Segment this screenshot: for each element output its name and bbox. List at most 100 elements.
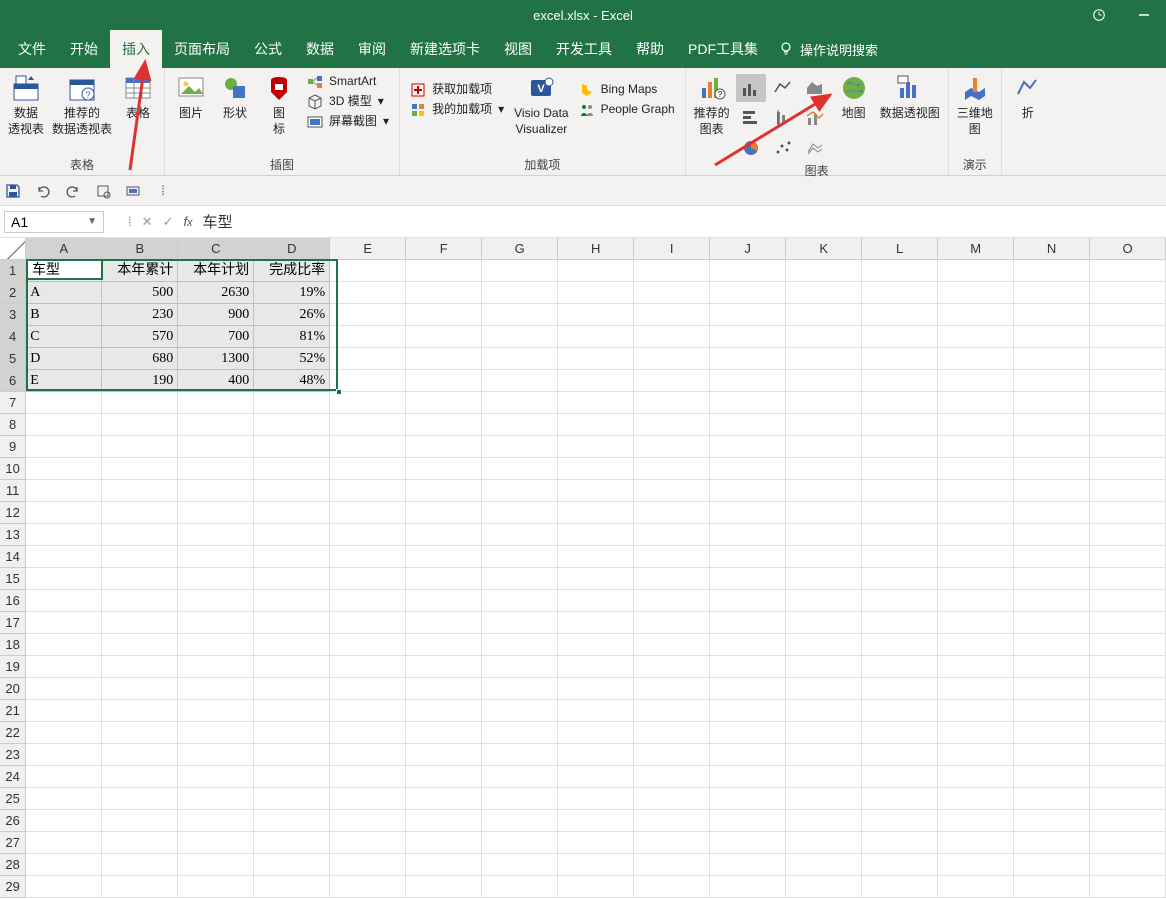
cell[interactable] <box>254 876 330 898</box>
cell[interactable] <box>178 788 254 810</box>
cell[interactable] <box>178 656 254 678</box>
cell[interactable] <box>26 612 102 634</box>
cell[interactable] <box>558 414 634 436</box>
cell[interactable] <box>406 656 482 678</box>
cell[interactable] <box>786 414 862 436</box>
cell[interactable] <box>938 502 1014 524</box>
column-header[interactable]: F <box>406 238 482 260</box>
cell[interactable] <box>178 436 254 458</box>
screenshot-button[interactable]: 屏幕截图 ▾ <box>301 112 395 132</box>
cell[interactable] <box>254 524 330 546</box>
cell[interactable] <box>406 590 482 612</box>
cell[interactable] <box>786 678 862 700</box>
cell[interactable] <box>786 546 862 568</box>
cell[interactable] <box>862 370 938 392</box>
cell[interactable] <box>1090 854 1166 876</box>
cell[interactable] <box>938 304 1014 326</box>
table-button[interactable]: 表格 <box>116 70 160 124</box>
cell[interactable] <box>102 590 178 612</box>
row-header[interactable]: 1 <box>0 260 26 282</box>
cell[interactable] <box>786 744 862 766</box>
column-header[interactable]: N <box>1014 238 1090 260</box>
cell[interactable] <box>558 656 634 678</box>
cell[interactable] <box>406 260 482 282</box>
undo-button[interactable] <box>34 182 52 200</box>
cell[interactable] <box>254 766 330 788</box>
cell[interactable] <box>1090 810 1166 832</box>
cell[interactable] <box>786 832 862 854</box>
cell[interactable] <box>634 370 710 392</box>
cell[interactable] <box>482 744 558 766</box>
cell[interactable] <box>1014 656 1090 678</box>
cell[interactable] <box>330 370 406 392</box>
cell[interactable] <box>482 458 558 480</box>
cell[interactable] <box>330 282 406 304</box>
row-header[interactable]: 19 <box>0 656 26 678</box>
cell[interactable] <box>482 612 558 634</box>
cell[interactable] <box>1014 414 1090 436</box>
name-box[interactable]: A1▼ <box>4 211 104 233</box>
cell[interactable] <box>406 700 482 722</box>
cell[interactable] <box>786 788 862 810</box>
cell[interactable] <box>406 282 482 304</box>
cell[interactable] <box>558 282 634 304</box>
spreadsheet-grid[interactable]: ABCDEFGHIJKLMNO 1车型本年累计本年计划完成比率2A5002630… <box>0 238 1166 898</box>
column-header[interactable]: J <box>710 238 786 260</box>
cell[interactable] <box>1090 392 1166 414</box>
scatter-chart-button[interactable] <box>768 134 798 162</box>
cell[interactable] <box>938 436 1014 458</box>
cell[interactable] <box>558 612 634 634</box>
cell[interactable] <box>558 700 634 722</box>
cell[interactable] <box>26 722 102 744</box>
cell[interactable] <box>330 458 406 480</box>
people-graph-button[interactable]: People Graph <box>573 100 681 120</box>
cell[interactable] <box>634 810 710 832</box>
cell[interactable] <box>1090 436 1166 458</box>
cell[interactable] <box>406 568 482 590</box>
cell[interactable] <box>634 326 710 348</box>
cell[interactable] <box>1014 766 1090 788</box>
cell[interactable] <box>710 326 786 348</box>
cell[interactable] <box>786 326 862 348</box>
cell[interactable] <box>406 854 482 876</box>
cell[interactable] <box>634 568 710 590</box>
cell[interactable] <box>862 414 938 436</box>
tab-custom[interactable]: 新建选项卡 <box>398 30 492 68</box>
cell[interactable] <box>102 788 178 810</box>
cell[interactable] <box>938 854 1014 876</box>
cell[interactable] <box>862 502 938 524</box>
qat-more-button[interactable]: ⁞ <box>154 182 172 200</box>
cell[interactable] <box>26 678 102 700</box>
cell[interactable] <box>1014 744 1090 766</box>
cell[interactable] <box>558 634 634 656</box>
row-header[interactable]: 12 <box>0 502 26 524</box>
cell[interactable] <box>26 854 102 876</box>
cell[interactable] <box>634 722 710 744</box>
tab-data[interactable]: 数据 <box>294 30 346 68</box>
smartart-button[interactable]: SmartArt <box>301 72 395 92</box>
cell[interactable] <box>1014 634 1090 656</box>
row-header[interactable]: 3 <box>0 304 26 326</box>
cell[interactable] <box>786 876 862 898</box>
cell[interactable] <box>406 458 482 480</box>
cell[interactable] <box>1014 810 1090 832</box>
cell[interactable] <box>710 458 786 480</box>
cell[interactable] <box>26 414 102 436</box>
cell[interactable] <box>178 700 254 722</box>
enter-formula-icon[interactable]: ✓ <box>163 214 174 230</box>
row-header[interactable]: 2 <box>0 282 26 304</box>
cell[interactable] <box>26 788 102 810</box>
cell[interactable] <box>710 876 786 898</box>
cell[interactable] <box>1090 744 1166 766</box>
cell[interactable] <box>862 458 938 480</box>
cell[interactable] <box>1090 634 1166 656</box>
tab-review[interactable]: 审阅 <box>346 30 398 68</box>
cell[interactable] <box>482 546 558 568</box>
cell[interactable] <box>710 282 786 304</box>
column-header[interactable]: I <box>634 238 710 260</box>
cancel-formula-icon[interactable]: ✕ <box>142 214 153 230</box>
cell[interactable]: E <box>26 370 102 392</box>
row-header[interactable]: 21 <box>0 700 26 722</box>
cell[interactable] <box>938 634 1014 656</box>
get-addins-button[interactable]: 获取加载项 <box>404 80 510 100</box>
